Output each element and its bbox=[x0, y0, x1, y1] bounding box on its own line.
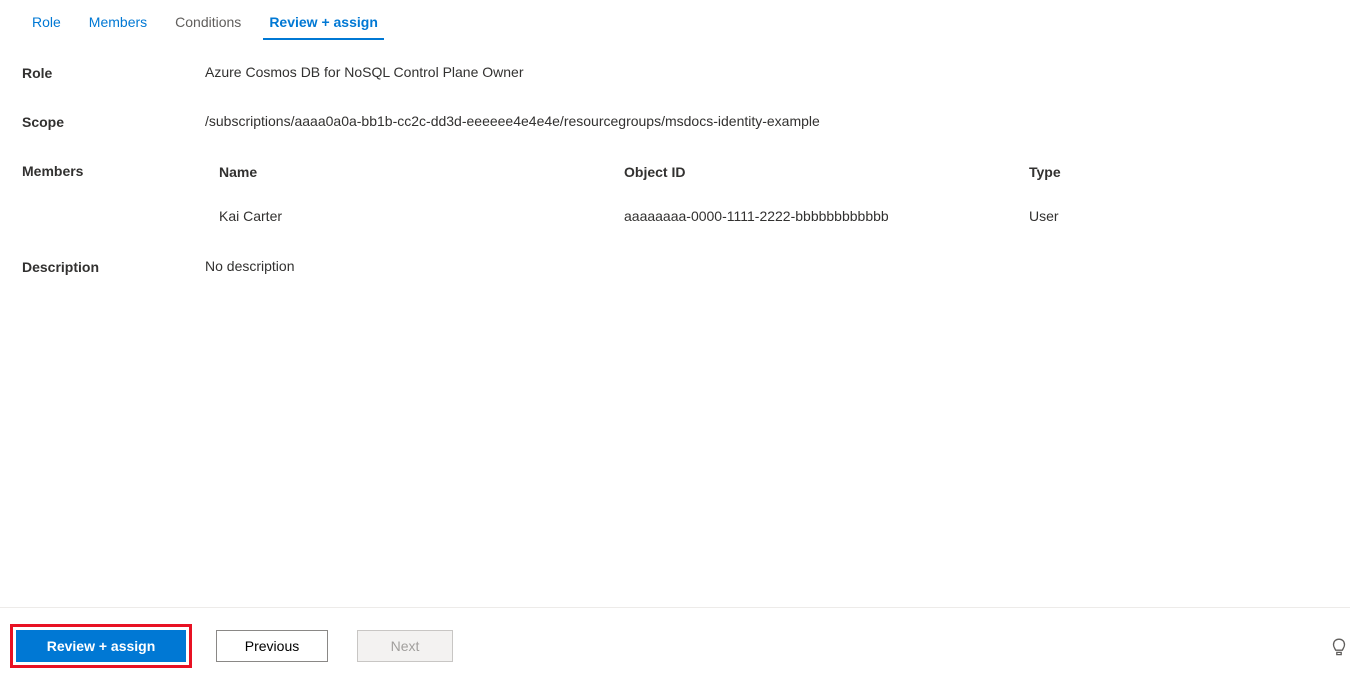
description-value: No description bbox=[205, 258, 1328, 274]
review-content: Role Azure Cosmos DB for NoSQL Control P… bbox=[0, 40, 1350, 275]
highlight-review-assign: Review + assign bbox=[10, 624, 192, 668]
tab-role[interactable]: Role bbox=[18, 8, 75, 40]
members-header-type: Type bbox=[1029, 164, 1328, 180]
footer-actions: Review + assign Previous Next bbox=[0, 607, 1350, 675]
review-assign-button[interactable]: Review + assign bbox=[16, 630, 186, 662]
members-header-objectid: Object ID bbox=[624, 164, 1029, 180]
tab-members[interactable]: Members bbox=[75, 8, 161, 40]
description-label: Description bbox=[22, 258, 205, 275]
role-value: Azure Cosmos DB for NoSQL Control Plane … bbox=[205, 64, 1328, 80]
scope-value: /subscriptions/aaaa0a0a-bb1b-cc2c-dd3d-e… bbox=[205, 113, 1328, 129]
table-row: Kai Carter aaaaaaaa-0000-1111-2222-bbbbb… bbox=[205, 198, 1328, 224]
feedback-icon[interactable] bbox=[1330, 637, 1348, 659]
next-button: Next bbox=[357, 630, 453, 662]
member-type: User bbox=[1029, 208, 1328, 224]
members-table: Name Object ID Type Kai Carter aaaaaaaa-… bbox=[205, 162, 1328, 224]
scope-label: Scope bbox=[22, 113, 205, 130]
tab-list: Role Members Conditions Review + assign bbox=[0, 0, 1350, 40]
tab-conditions: Conditions bbox=[161, 8, 255, 40]
members-header-name: Name bbox=[219, 164, 624, 180]
previous-button[interactable]: Previous bbox=[216, 630, 328, 662]
role-label: Role bbox=[22, 64, 205, 81]
tab-review-assign[interactable]: Review + assign bbox=[255, 8, 392, 40]
member-name: Kai Carter bbox=[219, 208, 624, 224]
members-label: Members bbox=[22, 162, 205, 179]
member-objectid: aaaaaaaa-0000-1111-2222-bbbbbbbbbbbb bbox=[624, 208, 1029, 224]
